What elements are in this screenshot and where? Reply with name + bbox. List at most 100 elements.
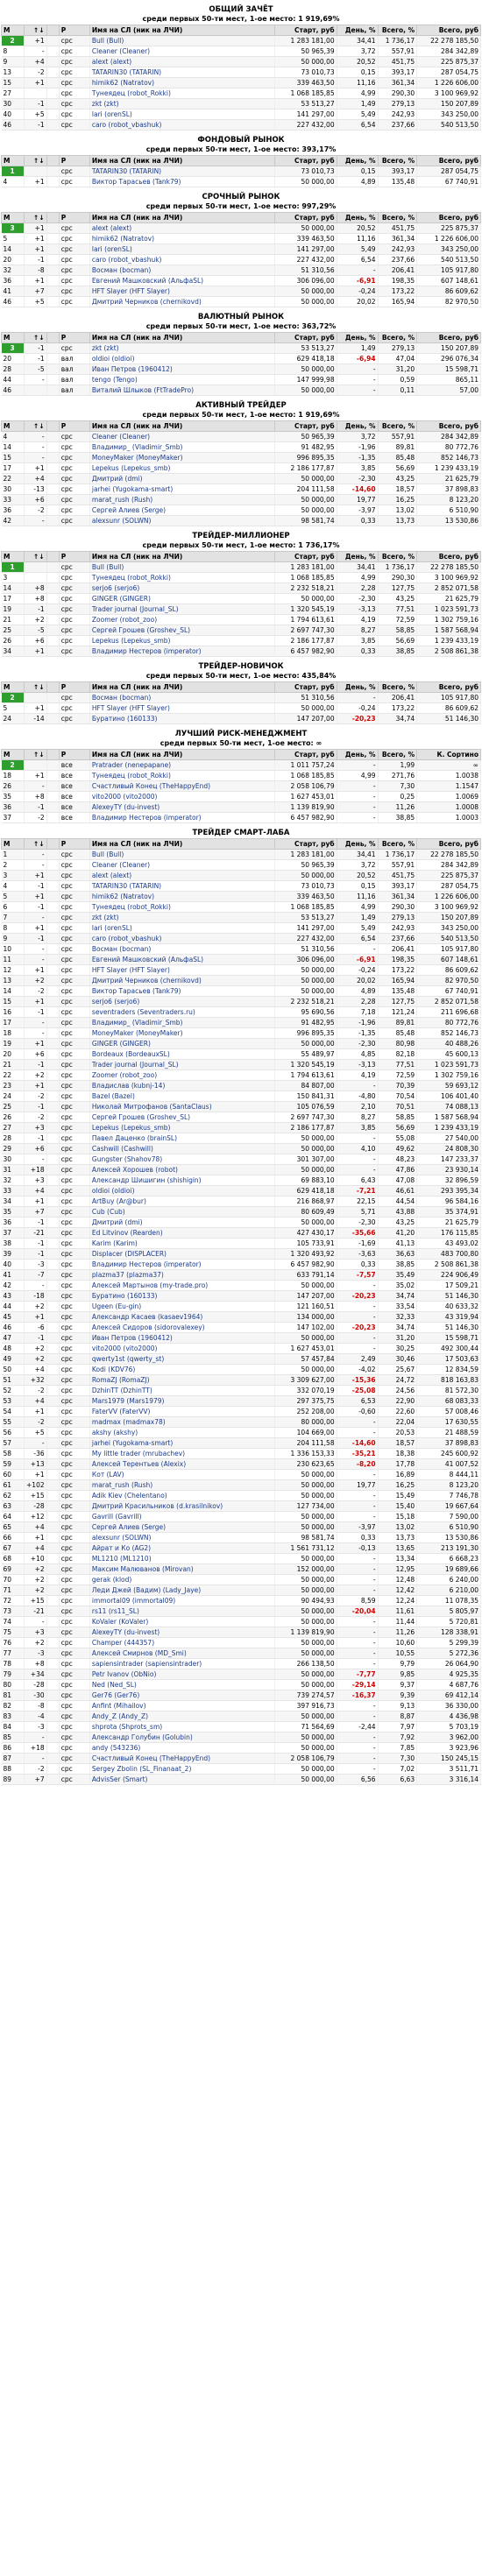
column-header[interactable]: Всего, %	[377, 212, 418, 223]
column-header[interactable]: М	[1, 25, 25, 36]
trader-name-cell[interactable]: Cleaner (Cleaner)	[89, 431, 276, 442]
table-row[interactable]: 63 -28 срс Дмитрий Красильников (d.krasilni…	[1, 1500, 481, 1512]
column-header[interactable]	[46, 25, 60, 36]
column-header[interactable]: Всего, руб	[416, 155, 481, 166]
trader-name-cell[interactable]: Тунеядец (robot_Rokki)	[89, 901, 276, 913]
trader-name-cell[interactable]: jarheі (Yugokama-smart)	[89, 1437, 276, 1449]
trader-name-cell[interactable]: HFT Slayer (HFT Slayer)	[89, 286, 276, 297]
table-row[interactable]: 73 -21 срс rs11 (rs11_SL) 50 000,00 -20,04 11,…	[1, 1606, 481, 1617]
trader-name-cell[interactable]: Евгений Машковский (АльфаSL)	[89, 954, 276, 965]
table-row[interactable]: 21 -1 срс Trader journal (Journal_SL) 1 320 …	[1, 1059, 481, 1070]
table-row[interactable]: 35 +7 срс Cub (Cub) 80 609,49 5,71 43,88 35 374…	[1, 1206, 481, 1217]
table-row[interactable]: 25 -1 срс Николай Митрофанов (SantaClaus) 10…	[1, 1101, 481, 1112]
trader-name-cell[interactable]: Дмитрий (dmi)	[89, 1217, 276, 1228]
trader-name-cell[interactable]: Владимир Нестеров (imperator)	[89, 812, 276, 823]
table-row[interactable]: 65 +4 срс Сергей Алиев (Serge) 50 000,00 -3,9…	[1, 1521, 481, 1533]
table-row[interactable]: 20 -1 срс caro (robot_vbashuk) 227 432,00 6,5…	[1, 254, 481, 265]
trader-name-cell[interactable]: vito2000 (vito2000)	[89, 791, 276, 802]
table-row[interactable]: 17 +8 срс GINGER (GINGER) 50 000,00 -2,30 43,2…	[1, 593, 481, 604]
table-row[interactable]: 88 -2 срс Sergey Zbolin (SL_Finanaat_2) 50 0…	[1, 1763, 481, 1775]
column-header[interactable]: Имя на СЛ (ник на ЛЧИ)	[89, 551, 276, 562]
table-row[interactable]: 86 +18 срс andy (543236) 50 000,00-7,85 3 923…	[1, 1742, 481, 1754]
trader-name-cell[interactable]: Буратино (160133)	[89, 713, 276, 724]
trader-name-cell[interactable]: himik62 (Natratov)	[89, 233, 276, 244]
trader-name-cell[interactable]: Алексей Хорошев (robot)	[89, 1164, 276, 1175]
table-row[interactable]: 46 -6 срс Алексей Сидоров (sidorovalexey) 14…	[1, 1322, 481, 1333]
trader-name-cell[interactable]: caro (robot_vbashuk)	[89, 254, 276, 265]
trader-name-cell[interactable]: zkt (zkt)	[89, 98, 276, 109]
table-row[interactable]: 22 +2 срс Zoomer (robot_zoo) 1 794 613,61 4,1…	[1, 1069, 481, 1081]
table-row[interactable]: 48 +2 срс vito2000 (vito2000) 1 627 453,01-3…	[1, 1343, 481, 1354]
table-row[interactable]: 58 -36 срс My little trader (mrubachev) 1 33…	[1, 1448, 481, 1459]
column-header[interactable]	[46, 838, 60, 850]
table-row[interactable]: 1- срс Bull (Bull) 1 283 181,00 34,41 1 736,1…	[1, 849, 481, 860]
trader-name-cell[interactable]: Cub (Cub)	[89, 1206, 276, 1217]
trader-name-cell[interactable]: Восман (bocman)	[89, 943, 276, 955]
column-header[interactable]	[46, 749, 60, 760]
table-row[interactable]: 74- срс KoValer (KoValer) 50 000,00-11,44 5 …	[1, 1616, 481, 1627]
column-header[interactable]: Имя на СЛ (ник на ЛЧИ)	[89, 25, 276, 36]
table-row[interactable]: 19 +1 срс GINGER (GINGER) 50 000,00 -2,30 80,9…	[1, 1038, 481, 1049]
trader-name-cell[interactable]: Trader journal (Journal_SL)	[89, 1059, 276, 1070]
table-row[interactable]: 67 +4 срс Айрат и Ко (AG2) 1 561 731,12 -0,13…	[1, 1542, 481, 1554]
column-header[interactable]: Р	[58, 749, 90, 760]
trader-name-cell[interactable]: lari (orenSL)	[89, 109, 276, 120]
column-header[interactable]: Всего, руб	[416, 212, 481, 223]
column-header[interactable]: Старт, руб	[274, 155, 337, 166]
trader-name-cell[interactable]: vito2000 (vito2000)	[89, 1343, 276, 1354]
trader-name-cell[interactable]: GINGER (GINGER)	[89, 1038, 276, 1049]
column-header[interactable]	[46, 212, 60, 223]
column-header[interactable]	[46, 551, 60, 562]
trader-name-cell[interactable]: alext (alext)	[89, 870, 276, 881]
trader-name-cell[interactable]: Дмитрий (dmi)	[89, 473, 276, 484]
trader-name-cell[interactable]: Bull (Bull)	[89, 561, 276, 573]
table-row[interactable]: 56 +5 срс akshy (akshy) 104 669,00-20,53 21 4…	[1, 1427, 481, 1438]
table-row[interactable]: 19 -1 срс Trader journal (Journal_SL) 1 320 …	[1, 603, 481, 615]
table-row[interactable]: 4 +1 срс Виктор Тарасьев (Tank79) 50 000,00 4…	[1, 176, 481, 187]
table-row[interactable]: 70 +2 срс gerak (klod) 50 000,00-12,48 6 240,…	[1, 1574, 481, 1585]
trader-name-cell[interactable]: AdvisSer (Smart)	[89, 1774, 276, 1785]
trader-name-cell[interactable]: serjo6 (serjo6)	[89, 996, 276, 1007]
trader-name-cell[interactable]: lari (orenSL)	[89, 922, 276, 934]
table-row[interactable]: 66 +1 срс alexsunr (SOLWN) 98 581,74 0,33 13,7…	[1, 1532, 481, 1543]
trader-name-cell[interactable]: Тунеядец (robot_Rokki)	[89, 572, 276, 583]
column-header[interactable]: Всего, %	[377, 838, 418, 850]
trader-name-cell[interactable]: Ger76 (Ger76)	[89, 1690, 276, 1701]
table-row[interactable]: 8 +1 срс lari (orenSL) 141 297,00 5,49 242,93 3…	[1, 922, 481, 934]
table-row[interactable]: 21 +2 срс Zoomer (robot_zoo) 1 794 613,61 4,1…	[1, 614, 481, 625]
column-header[interactable]: ↑↓	[23, 155, 47, 166]
column-header[interactable]: Р	[58, 838, 90, 850]
table-row[interactable]: 53 +4 срс Mars1979 (Mars1979) 297 375,75 6,53…	[1, 1395, 481, 1407]
trader-name-cell[interactable]: Александр Касаев (kasaev1964)	[89, 1311, 276, 1323]
trader-name-cell[interactable]: Kodi (KDV76)	[89, 1364, 276, 1375]
trader-name-cell[interactable]: andy (543236)	[89, 1742, 276, 1754]
trader-name-cell[interactable]: Алексей Сидоров (sidorovalexey)	[89, 1322, 276, 1333]
table-row[interactable]: 30 -13 срс jarheі (Yugokama-smart) 204 111,5…	[1, 483, 481, 495]
trader-name-cell[interactable]: Виталий Шлыков (FtTradePro)	[89, 385, 276, 396]
table-row[interactable]: 17 +1 срс Lepekus (Lepekus_smb) 2 186 177,87…	[1, 462, 481, 474]
trader-name-cell[interactable]: Николай Митрофанов (SantaClaus)	[89, 1101, 276, 1112]
column-header[interactable]: Старт, руб	[274, 332, 337, 343]
column-header[interactable]: М	[1, 155, 25, 166]
column-header[interactable]: Р	[58, 551, 90, 562]
table-row[interactable]: 34 +1 срс Владимир Нестеров (imperator) 6 45…	[1, 646, 481, 657]
table-row[interactable]: 81 -30 срс Ger76 (Ger76) 739 274,57 -16,37 9,3…	[1, 1690, 481, 1701]
trader-name-cell[interactable]: AlexeyTY (du-invest)	[89, 801, 276, 813]
table-row[interactable]: 77 -3 срс Алексей Смирнов (MD_Smi) 50 000,00…	[1, 1648, 481, 1659]
trader-name-cell[interactable]: KoValer (KoValer)	[89, 1616, 276, 1627]
trader-name-cell[interactable]: Кот (LAV)	[89, 1469, 276, 1480]
trader-name-cell[interactable]: DzhinTT (DzhinTT)	[89, 1385, 276, 1396]
trader-name-cell[interactable]: FaterVV (FaterVV)	[89, 1406, 276, 1417]
table-row[interactable]: 89 +7 срс AdvisSer (Smart) 50 000,00 6,56 6,63…	[1, 1774, 481, 1785]
trader-name-cell[interactable]: Леди Джей (Вадим) (Lady_Jaye)	[89, 1584, 276, 1596]
trader-name-cell[interactable]: rs11 (rs11_SL)	[89, 1606, 276, 1617]
table-row[interactable]: 3 срс Тунеядец (robot_Rokki) 1 068 185,85 4,…	[1, 572, 481, 583]
trader-name-cell[interactable]: madmax (madmax78)	[89, 1416, 276, 1428]
trader-name-cell[interactable]: alexsunr (SOLWN)	[89, 515, 276, 526]
trader-name-cell[interactable]: Павел Даценко (brainSL)	[89, 1133, 276, 1144]
trader-name-cell[interactable]: Айрат и Ко (AG2)	[89, 1542, 276, 1554]
trader-name-cell[interactable]: HFT Slayer (HFT Slayer)	[89, 702, 276, 714]
trader-name-cell[interactable]: GINGER (GINGER)	[89, 593, 276, 604]
trader-name-cell[interactable]: Anfint (Mihailov)	[89, 1700, 276, 1711]
column-header[interactable]: Старт, руб	[274, 838, 337, 850]
